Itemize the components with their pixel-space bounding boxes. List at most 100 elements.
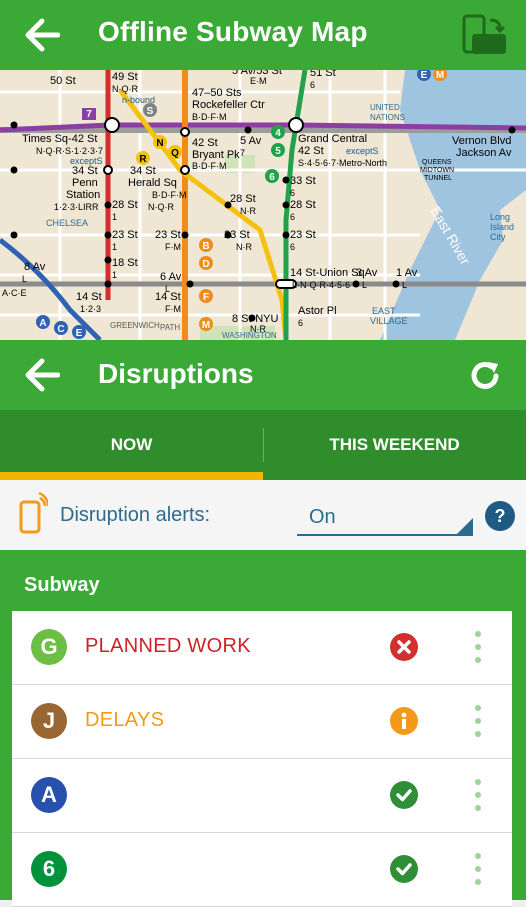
subway-section: Subway G PLANNED WORK J DELAYS A 6	[0, 550, 526, 907]
line-bullet-6: 6	[31, 851, 67, 887]
svg-text:L: L	[402, 280, 407, 290]
svg-text:50 St: 50 St	[50, 75, 76, 87]
subway-map[interactable]: S N Q R B D F M 4 5 6 E M A C E 7 50 St …	[0, 70, 526, 340]
svg-text:6: 6	[298, 318, 303, 328]
disruption-list: G PLANNED WORK J DELAYS A 6	[12, 611, 512, 907]
svg-text:Vernon Blvd: Vernon Blvd	[452, 135, 511, 147]
svg-text:1: 1	[112, 242, 117, 252]
app-title: Offline Subway Map	[98, 16, 368, 47]
more-options-icon[interactable]	[472, 853, 484, 887]
svg-text:Long: Long	[490, 212, 510, 222]
svg-text:49 St: 49 St	[112, 71, 138, 83]
list-item[interactable]: A	[12, 759, 512, 833]
more-options-icon[interactable]	[472, 779, 484, 813]
svg-text:23 St: 23 St	[112, 229, 138, 241]
svg-text:51 St: 51 St	[310, 70, 336, 79]
svg-text:47–50 Sts: 47–50 Sts	[192, 87, 242, 99]
svg-text:1: 1	[112, 212, 117, 222]
tab-divider	[263, 428, 264, 462]
status-text: DELAYS	[85, 709, 165, 731]
more-options-icon[interactable]	[472, 631, 484, 665]
section-title: Subway	[24, 574, 100, 596]
svg-text:14 St-Union Sq: 14 St-Union Sq	[290, 267, 365, 279]
disruption-alerts-select[interactable]: On	[297, 500, 473, 536]
rotate-screen-icon[interactable]	[460, 14, 508, 56]
svg-text:6: 6	[310, 80, 315, 90]
back-arrow-icon[interactable]	[24, 18, 61, 52]
svg-text:TUNNEL: TUNNEL	[424, 175, 452, 182]
svg-text:18 St: 18 St	[112, 257, 138, 269]
svg-text:N·Q·R·S·1·2·3·7: N·Q·R·S·1·2·3·7	[36, 146, 103, 156]
refresh-icon[interactable]	[466, 358, 504, 394]
list-item[interactable]: 6	[12, 833, 512, 907]
svg-text:F·M: F·M	[165, 304, 181, 314]
svg-text:23 St: 23 St	[155, 229, 181, 241]
svg-text:L: L	[362, 280, 367, 290]
svg-text:42 St: 42 St	[298, 145, 324, 157]
tab-now[interactable]: NOW	[0, 410, 263, 480]
svg-text:6: 6	[290, 212, 295, 222]
svg-text:B·D·F·M: B·D·F·M	[192, 112, 227, 122]
svg-text:City: City	[490, 232, 506, 242]
svg-text:1: 1	[112, 270, 117, 280]
active-tab-indicator	[0, 472, 263, 480]
svg-text:34 St: 34 St	[72, 165, 98, 177]
svg-text:6: 6	[290, 242, 295, 252]
svg-text:5: 5	[275, 146, 281, 157]
svg-text:Station: Station	[66, 189, 100, 201]
svg-text:MIDTOWN: MIDTOWN	[420, 167, 454, 174]
svg-text:B·D·F·M: B·D·F·M	[192, 161, 227, 171]
svg-text:D: D	[202, 259, 209, 270]
line-bullet-a: A	[31, 777, 67, 813]
svg-text:28 St: 28 St	[230, 193, 256, 205]
svg-text:F: F	[203, 292, 209, 303]
help-icon[interactable]: ?	[485, 501, 515, 531]
tab-this-weekend[interactable]: THIS WEEKEND	[263, 410, 526, 480]
disruption-alerts-row: Disruption alerts: On ?	[0, 480, 526, 550]
list-item[interactable]: G PLANNED WORK	[12, 611, 512, 685]
svg-text:28 St: 28 St	[290, 199, 316, 211]
svg-text:E·M: E·M	[250, 76, 267, 86]
svg-text:L·N·Q·R·4·5·6: L·N·Q·R·4·5·6	[292, 280, 350, 290]
svg-text:Jackson Av: Jackson Av	[456, 147, 512, 159]
svg-text:34 St: 34 St	[130, 165, 156, 177]
back-arrow-icon[interactable]	[24, 358, 61, 392]
more-options-icon[interactable]	[472, 705, 484, 739]
svg-text:7: 7	[240, 148, 245, 158]
svg-text:Rockefeller Ctr: Rockefeller Ctr	[192, 99, 265, 111]
svg-text:N·R: N·R	[240, 206, 256, 216]
svg-text:M: M	[202, 320, 210, 331]
svg-text:42 St: 42 St	[192, 137, 218, 149]
svg-text:1·2·3·LIRR: 1·2·3·LIRR	[54, 202, 99, 212]
disruptions-title: Disruptions	[98, 358, 254, 389]
check-icon	[390, 855, 418, 883]
svg-text:8 Av: 8 Av	[24, 261, 46, 273]
svg-text:Penn: Penn	[72, 177, 98, 189]
svg-text:6: 6	[290, 188, 295, 198]
disruption-alerts-value: On	[309, 506, 336, 528]
svg-text:NATIONS: NATIONS	[370, 113, 405, 122]
svg-text:PATH: PATH	[160, 323, 180, 332]
svg-text:N·Q·R: N·Q·R	[112, 84, 138, 94]
status-text: PLANNED WORK	[85, 635, 251, 657]
svg-text:VILLAGE: VILLAGE	[370, 316, 408, 326]
svg-text:14 St: 14 St	[76, 291, 102, 303]
svg-text:E: E	[76, 328, 83, 339]
svg-text:5 Av: 5 Av	[240, 135, 262, 147]
svg-text:4: 4	[275, 128, 281, 139]
svg-text:EAST: EAST	[372, 306, 396, 316]
svg-text:Herald Sq: Herald Sq	[128, 177, 177, 189]
svg-text:CHELSEA: CHELSEA	[46, 218, 88, 228]
svg-text:1·2·3: 1·2·3	[80, 304, 101, 314]
svg-text:Grand Central: Grand Central	[298, 133, 367, 145]
svg-text:C: C	[57, 324, 64, 335]
list-item[interactable]: J DELAYS	[12, 685, 512, 759]
app-bar: Offline Subway Map	[0, 0, 526, 70]
svg-text:1 Av: 1 Av	[396, 267, 418, 279]
svg-text:S·4·5·6·7·Metro-North: S·4·5·6·7·Metro-North	[298, 158, 387, 168]
check-icon	[390, 781, 418, 809]
svg-text:F·M: F·M	[165, 242, 181, 252]
svg-text:E: E	[421, 70, 428, 81]
svg-text:exceptS: exceptS	[346, 146, 379, 156]
svg-text:33 St: 33 St	[290, 175, 316, 187]
